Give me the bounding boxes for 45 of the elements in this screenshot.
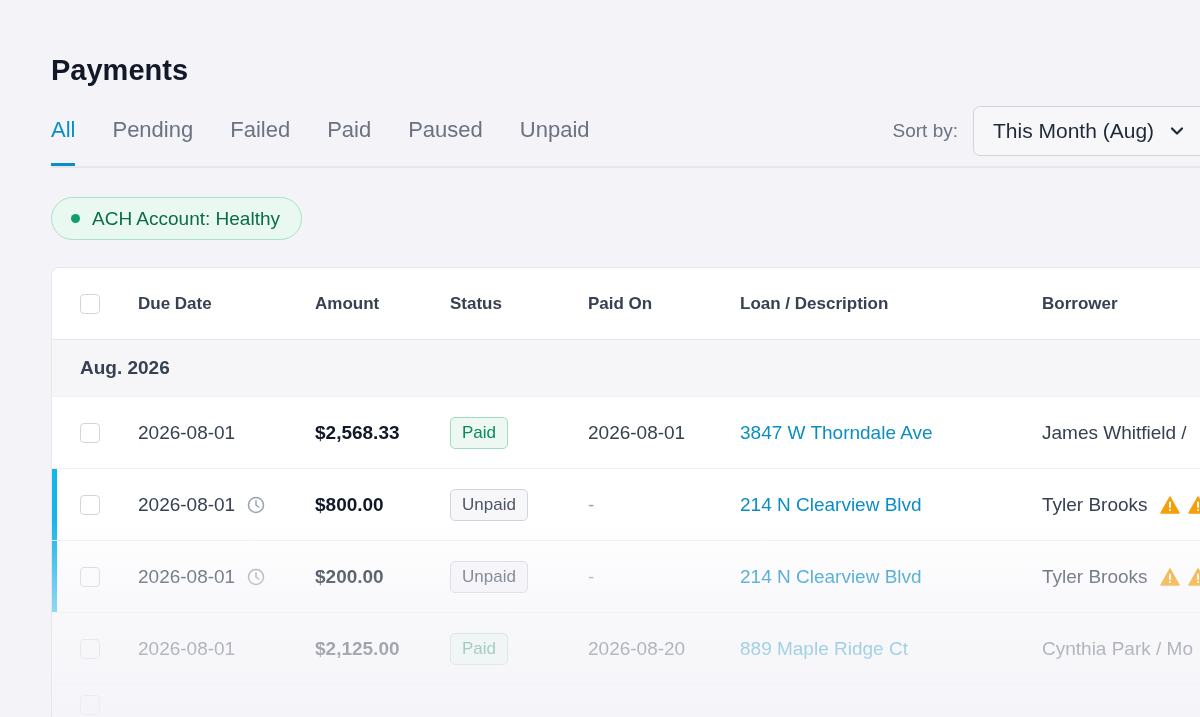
amount: $2,568.33 xyxy=(315,421,400,444)
account-status-text: ACH Account: Healthy xyxy=(92,207,280,230)
paid-on-date: - xyxy=(588,565,595,588)
column-header: Status xyxy=(450,293,502,314)
status-badge: Paid xyxy=(450,632,509,665)
row-checkbox[interactable] xyxy=(80,422,100,443)
column-header: Borrower xyxy=(1042,293,1118,314)
row-checkbox[interactable] xyxy=(80,494,100,515)
loan-link[interactable]: 3847 W Thorndale Ave xyxy=(740,421,933,444)
sort-label: Sort by: xyxy=(892,120,958,142)
status-badge: Unpaid xyxy=(450,488,528,521)
borrower-name: Cynthia Park / Mo xyxy=(1042,637,1193,660)
column-header: Due Date xyxy=(138,293,212,314)
tab[interactable]: All xyxy=(51,96,76,166)
tab[interactable]: Paused xyxy=(408,96,483,166)
loan-link[interactable]: 214 N Clearview Blvd xyxy=(740,565,922,588)
paid-on-date: 2026-08-01 xyxy=(588,421,686,444)
tab[interactable]: Pending xyxy=(112,96,194,166)
due-date: 2026-08-01 xyxy=(138,493,236,516)
due-date: 2026-08-01 xyxy=(138,565,236,588)
paid-on-date: 2026-08-20 xyxy=(588,637,686,660)
column-header: Paid On xyxy=(588,293,653,314)
borrower-name: Tyler Brooks xyxy=(1042,493,1148,516)
status-badge: Paid xyxy=(450,416,509,449)
chevron-down-icon xyxy=(1170,126,1185,136)
due-date: 2026-08-01 xyxy=(138,637,236,660)
amount: $800.00 xyxy=(315,493,384,516)
column-header: Loan / Description xyxy=(740,293,889,314)
tab[interactable]: Failed xyxy=(230,96,291,166)
sort-dropdown[interactable]: This Month (Aug) xyxy=(973,106,1200,156)
group-header: Aug. 2026 xyxy=(52,340,1200,397)
due-date: 2026-08-01 xyxy=(138,421,236,444)
loan-link[interactable]: 214 N Clearview Blvd xyxy=(740,493,922,516)
select-all-checkbox[interactable] xyxy=(80,293,100,314)
amount: $2,125.00 xyxy=(315,637,400,660)
status-badge: Unpaid xyxy=(450,560,528,593)
borrower-name: Tyler Brooks xyxy=(1042,565,1148,588)
column-header: Amount xyxy=(315,293,380,314)
amount: $200.00 xyxy=(315,565,384,588)
paid-on-date: - xyxy=(588,493,595,516)
tab[interactable]: Unpaid xyxy=(519,96,590,166)
borrower-name: James Whitfield / xyxy=(1042,421,1187,444)
tab[interactable]: Paid xyxy=(327,96,372,166)
row-checkbox[interactable] xyxy=(80,566,100,587)
page-title: Payments xyxy=(51,53,189,88)
